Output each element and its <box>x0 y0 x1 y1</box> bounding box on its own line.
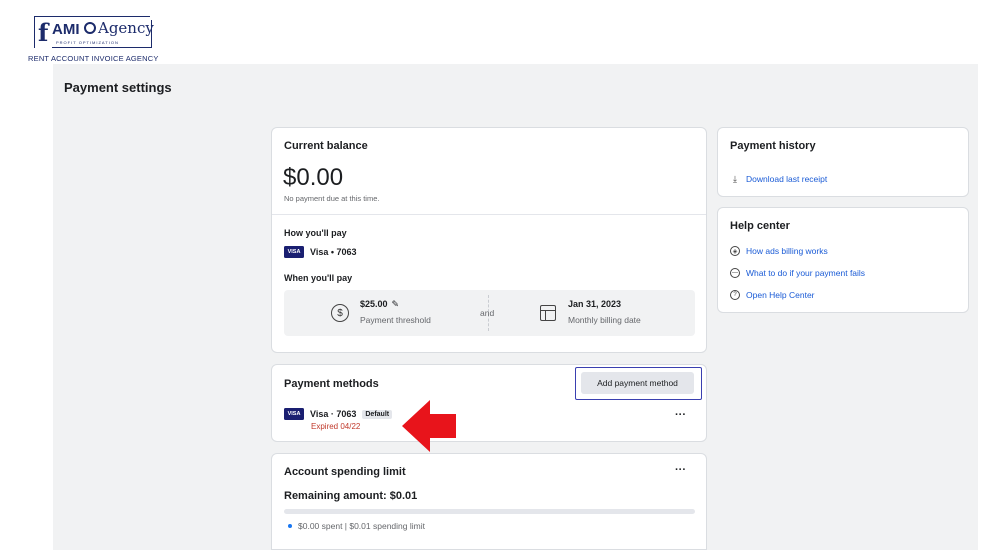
download-icon: ⤓ <box>733 173 737 184</box>
visa-card-icon: VISA <box>284 408 304 420</box>
logo-ami: AMI <box>52 21 80 38</box>
help-link-fails-text: What to do if your payment fails <box>746 268 866 278</box>
help-center-title: Help center <box>730 220 790 232</box>
download-receipt-link[interactable]: ⤓ Download last receipt <box>730 173 828 185</box>
payment-methods-title: Payment methods <box>284 378 379 390</box>
billing-date: Jan 31, 2023 <box>568 299 622 309</box>
question-circle-icon: ? <box>730 290 740 300</box>
download-receipt-text: Download last receipt <box>746 174 828 184</box>
pencil-icon[interactable]: ✎ <box>392 299 400 310</box>
payment-method-row[interactable]: VISA Visa · 7063 Default <box>284 408 393 420</box>
spending-limit-title: Account spending limit <box>284 466 406 478</box>
logo-agency: Agency <box>98 19 154 37</box>
add-payment-highlight: Add payment method <box>575 367 702 400</box>
how-you-pay-label: How you'll pay <box>284 228 347 238</box>
help-center-card: Help center ◈ How ads billing works — Wh… <box>717 207 969 313</box>
threshold-label: Payment threshold <box>360 315 431 325</box>
how-you-pay-card: VISA Visa • 7063 <box>284 246 357 258</box>
add-payment-method-button[interactable]: Add payment method <box>581 372 694 394</box>
billing-date-label: Monthly billing date <box>568 315 641 325</box>
help-link-open-text: Open Help Center <box>746 290 815 300</box>
balance-note: No payment due at this time. <box>284 194 380 203</box>
payment-schedule: $ $25.00 ✎ Payment threshold and Jan 31, … <box>284 290 695 336</box>
spending-legend: $0.00 spent | $0.01 spending limit <box>288 521 425 531</box>
method-more-button[interactable]: ··· <box>675 409 686 421</box>
payment-history-title: Payment history <box>730 140 816 152</box>
help-link-billing-text: How ads billing works <box>746 246 828 256</box>
expired-status: Expired 04/22 <box>311 422 361 431</box>
current-balance-card: Current balance $0.00 No payment due at … <box>271 127 707 353</box>
calendar-icon <box>540 305 556 321</box>
balance-title: Current balance <box>284 140 368 152</box>
minus-circle-icon: — <box>730 268 740 278</box>
main-panel: Payment settings Current balance $0.00 N… <box>53 64 978 550</box>
balance-amount: $0.00 <box>283 164 344 191</box>
dollar-circle-icon: $ <box>331 304 349 322</box>
visa-card-icon: VISA <box>284 246 304 258</box>
spending-limit-card: Account spending limit ··· Remaining amo… <box>271 453 707 550</box>
when-you-pay-label: When you'll pay <box>284 273 353 283</box>
help-link-billing[interactable]: ◈ How ads billing works <box>730 246 828 256</box>
help-link-open-center[interactable]: ? Open Help Center <box>730 290 815 300</box>
red-arrow-icon <box>402 400 456 452</box>
page-title: Payment settings <box>64 80 172 95</box>
legend-dot-icon <box>288 524 292 528</box>
payment-methods-card: Payment methods Add payment method VISA … <box>271 364 707 442</box>
method-card-text: Visa · 7063 <box>310 409 357 419</box>
limit-more-button[interactable]: ··· <box>675 464 686 476</box>
schedule-and: and <box>480 308 495 318</box>
payment-history-card: Payment history ⤓ Download last receipt <box>717 127 969 197</box>
logo-tagline: PROFIT OPTIMIZATION <box>56 40 119 45</box>
balance-summary: Current balance $0.00 No payment due at … <box>272 128 706 215</box>
agency-logo: f AMI Agency PROFIT OPTIMIZATION RENT AC… <box>28 12 178 64</box>
logo-f: f <box>38 18 49 47</box>
logo-ring-icon <box>84 22 96 34</box>
help-link-payment-fails[interactable]: — What to do if your payment fails <box>730 268 865 278</box>
spending-legend-text: $0.00 spent | $0.01 spending limit <box>298 521 425 531</box>
spending-progress <box>284 509 695 514</box>
default-badge: Default <box>362 409 393 419</box>
remaining-amount: Remaining amount: $0.01 <box>284 490 418 502</box>
logo-subtitle: RENT ACCOUNT INVOICE AGENCY <box>28 54 159 63</box>
threshold-value[interactable]: $25.00 ✎ <box>360 299 399 310</box>
cubes-icon: ◈ <box>730 246 740 256</box>
card-text: Visa • 7063 <box>310 247 357 257</box>
